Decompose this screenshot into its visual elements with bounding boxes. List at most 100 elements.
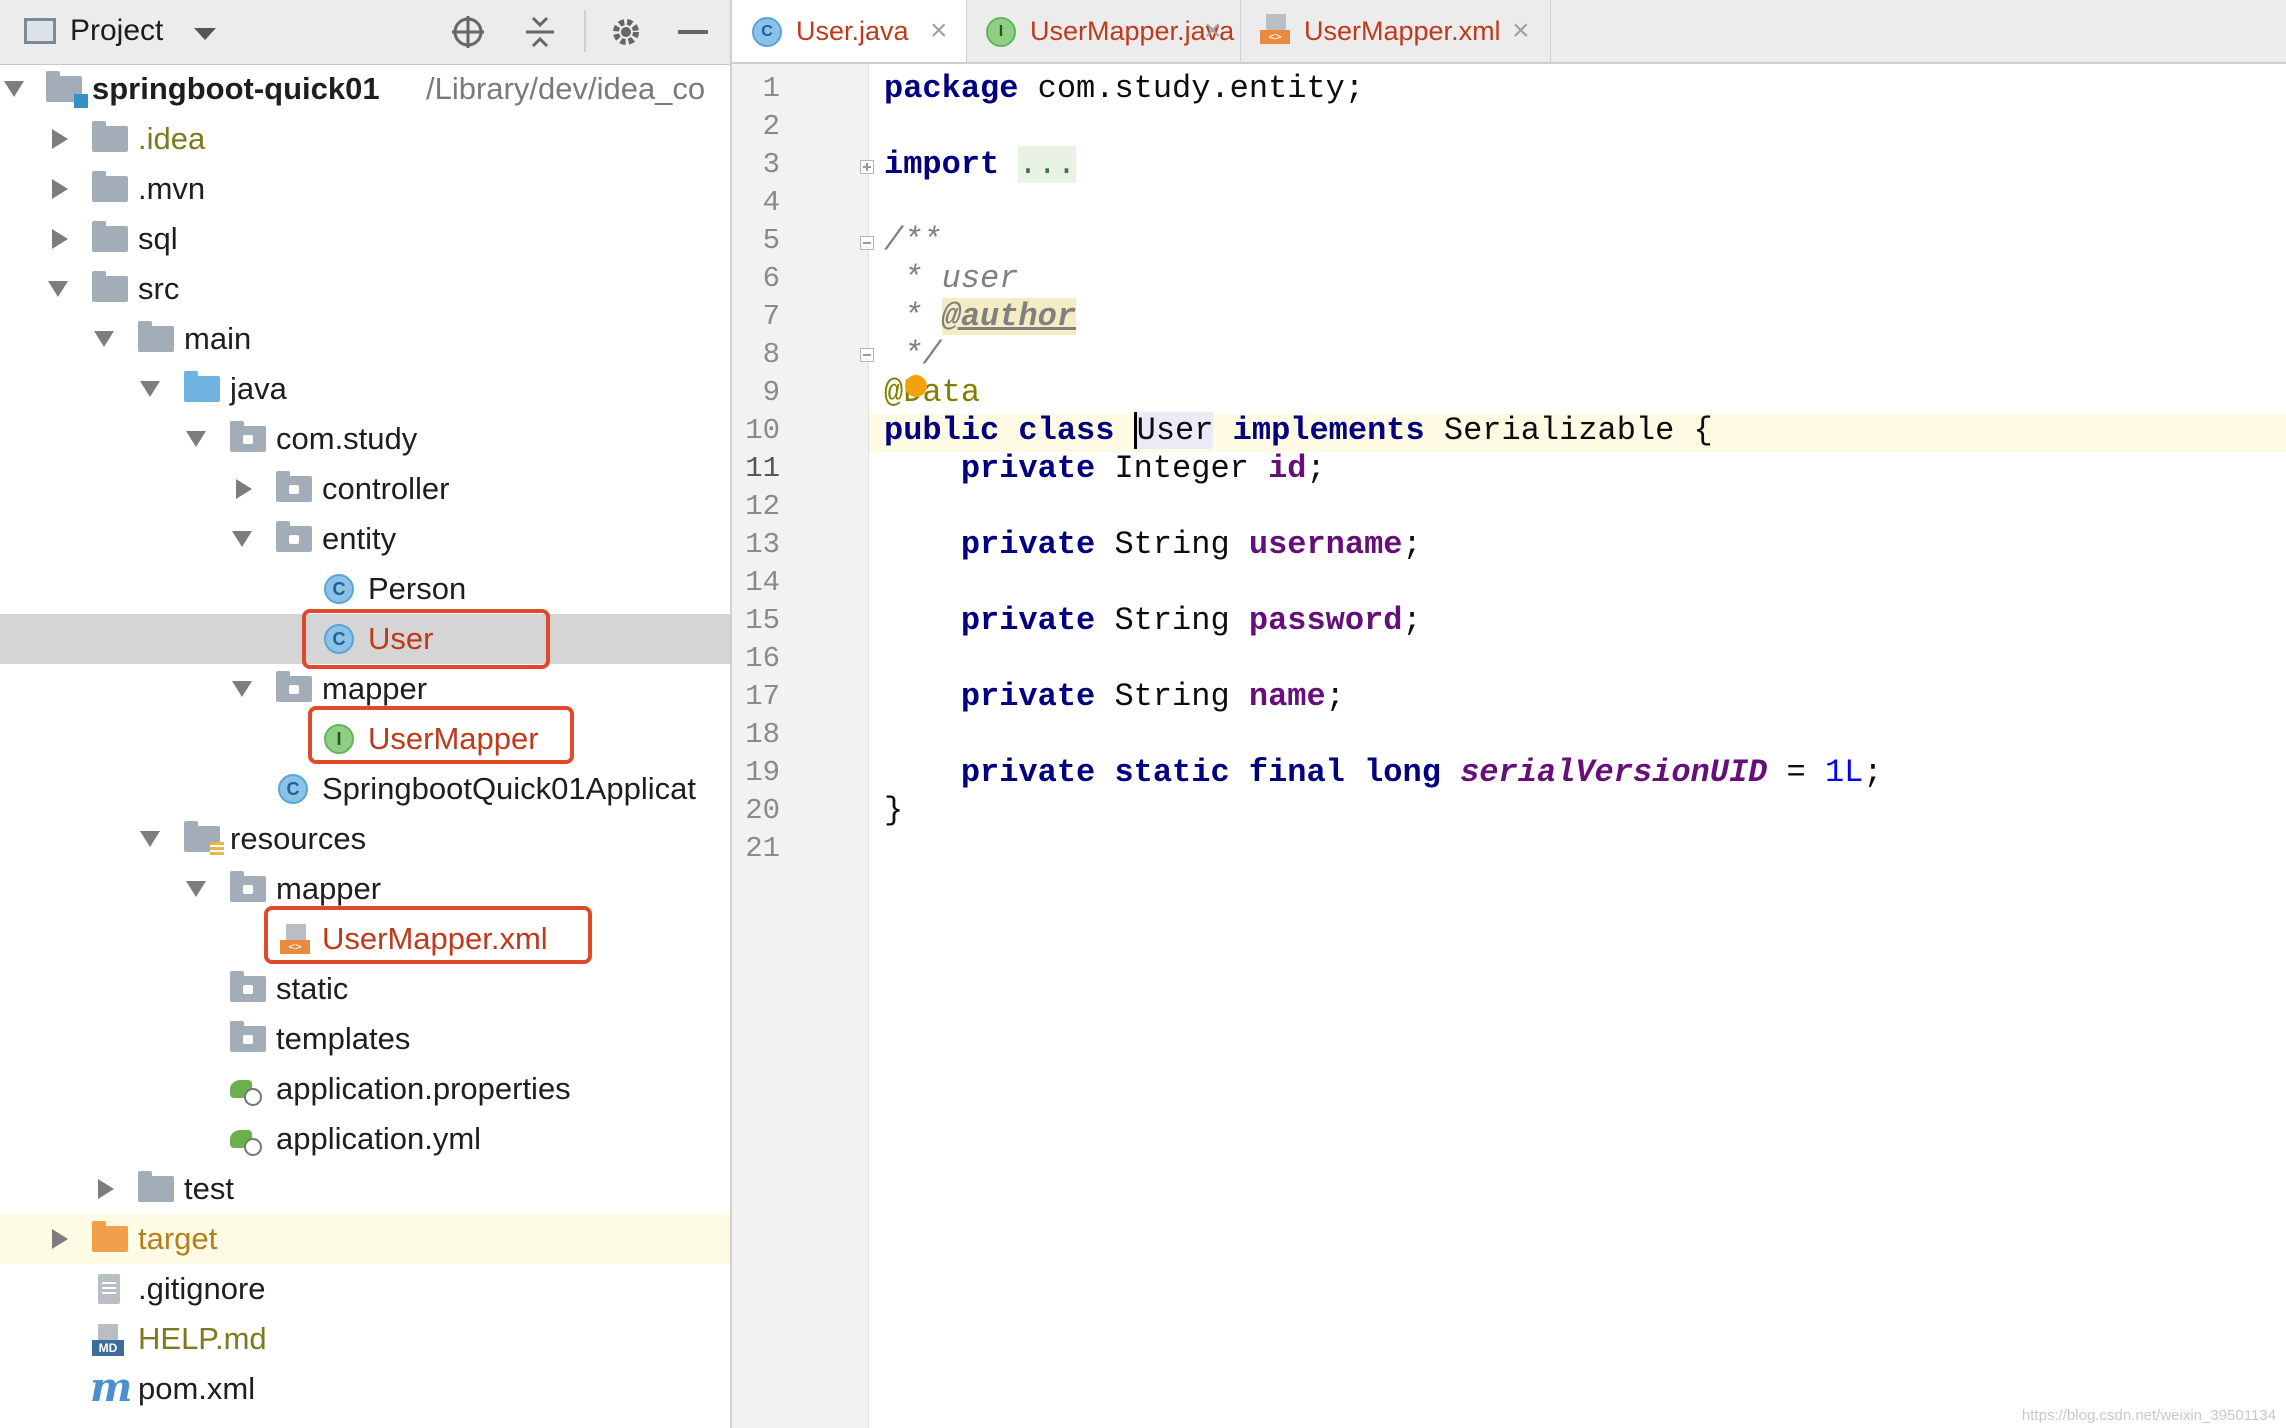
chevron-down-icon[interactable]: [194, 28, 216, 40]
line-number: 17: [745, 680, 780, 713]
intention-bulb-icon[interactable]: [905, 375, 927, 397]
line-number: 18: [745, 718, 780, 751]
line-number: 10: [745, 414, 780, 447]
fold-end-icon[interactable]: [860, 348, 874, 362]
project-view-selector[interactable]: Project: [70, 14, 163, 48]
tab-label: User.java: [796, 16, 909, 46]
code-line-8: * @author: [884, 298, 1077, 335]
hide-panel-icon[interactable]: [678, 30, 708, 34]
keyword-token: package: [884, 70, 1019, 107]
close-icon[interactable]: ×: [930, 0, 948, 62]
markdown-file-icon: MD: [92, 1324, 124, 1356]
tree-item-com-study[interactable]: com.study: [0, 414, 730, 464]
tree-item-resources[interactable]: resources: [0, 814, 730, 864]
expand-arrow-icon[interactable]: [52, 129, 68, 149]
tree-item-target[interactable]: target: [0, 1214, 730, 1264]
code-line-20: private static final long serialVersionU…: [884, 754, 1883, 791]
expand-arrow-icon[interactable]: [232, 531, 252, 547]
expand-arrow-icon[interactable]: [186, 881, 206, 897]
comment-token: */: [884, 336, 942, 373]
package-icon: [276, 471, 312, 502]
resources-folder-icon: [184, 821, 224, 856]
folder-icon: [138, 321, 174, 352]
tree-item-application-properties[interactable]: application.properties: [0, 1064, 730, 1114]
code-line-3: import ...: [884, 146, 1077, 183]
type-token: Integer: [1095, 450, 1269, 487]
line-number: 2: [762, 110, 780, 143]
expand-arrow-icon[interactable]: [52, 229, 68, 249]
tree-label: HELP.md: [138, 1321, 267, 1356]
root-path: /Library/dev/idea_co: [426, 71, 706, 106]
expand-arrow-icon[interactable]: [52, 179, 68, 199]
keyword-token: public class: [884, 412, 1115, 449]
highlight-box-usermapper: [308, 706, 574, 764]
tree-item-templates[interactable]: templates: [0, 1014, 730, 1064]
tree-item-static[interactable]: static: [0, 964, 730, 1014]
spring-config-icon: [230, 1076, 262, 1106]
xml-icon-badge: <>: [1260, 30, 1290, 44]
tree-item-idea[interactable]: .idea: [0, 114, 730, 164]
tab-usermapper-xml[interactable]: <> UserMapper.xml ×: [1240, 0, 1551, 62]
code-token: Serializable {: [1424, 412, 1713, 449]
tree-root-springboot-quick01[interactable]: springboot-quick01 /Library/dev/idea_co: [0, 64, 730, 114]
close-icon[interactable]: ×: [1512, 0, 1530, 62]
project-tool-window: Project springboot-quick01 /Library/dev/…: [0, 0, 732, 1428]
tree-label: target: [138, 1221, 218, 1256]
line-number: 5: [762, 224, 780, 257]
tree-item-test[interactable]: test: [0, 1164, 730, 1214]
fold-collapse-icon[interactable]: [860, 236, 874, 250]
tree-item-entity[interactable]: entity: [0, 514, 730, 564]
line-number: 14: [745, 566, 780, 599]
expand-arrow-icon[interactable]: [48, 281, 68, 297]
tree-item-src[interactable]: src: [0, 264, 730, 314]
tree-item-person[interactable]: C Person: [0, 564, 730, 614]
tree-label: application.properties: [276, 1071, 571, 1106]
expand-arrow-icon[interactable]: [236, 479, 252, 499]
tree-item-sql[interactable]: sql: [0, 214, 730, 264]
folder-icon: [92, 271, 128, 302]
keyword-token: private: [960, 678, 1096, 715]
expand-arrow-icon[interactable]: [52, 1229, 68, 1249]
folder-icon: [138, 1171, 174, 1202]
expand-arrow-icon[interactable]: [140, 381, 160, 397]
comment-token: /**: [884, 222, 942, 259]
code-token: ;: [1402, 526, 1422, 563]
locate-target-icon[interactable]: [450, 14, 486, 50]
folder-icon: [92, 171, 128, 202]
code-editor[interactable]: C User.java × I UserMapper.java × <> Use…: [732, 0, 2286, 1428]
md-icon-badge: MD: [92, 1340, 124, 1356]
code-token: ;: [1306, 450, 1326, 487]
gear-icon[interactable]: [608, 14, 644, 50]
root-name: springboot-quick01: [92, 71, 380, 106]
maven-icon: m: [90, 1364, 133, 1411]
expand-arrow-icon[interactable]: [232, 681, 252, 697]
folder-icon: [92, 221, 128, 252]
folded-imports[interactable]: ...: [1018, 146, 1077, 183]
expand-arrow-icon[interactable]: [98, 1179, 114, 1199]
tab-user-java[interactable]: C User.java ×: [732, 0, 967, 62]
field-token: id: [1268, 450, 1307, 487]
tree-item-application-class[interactable]: C SpringbootQuick01Applicat: [0, 764, 730, 814]
toolbar-divider: [584, 10, 586, 52]
tree-item-java[interactable]: java: [0, 364, 730, 414]
expand-arrow-icon[interactable]: [140, 831, 160, 847]
expand-arrow-icon[interactable]: [4, 81, 24, 97]
tree-item-mvn[interactable]: .mvn: [0, 164, 730, 214]
tree-label: controller: [322, 471, 450, 506]
tree-item-help-md[interactable]: MD HELP.md: [0, 1314, 730, 1364]
tree-item-controller[interactable]: controller: [0, 464, 730, 514]
line-number: 21: [745, 832, 780, 865]
tree-item-gitignore[interactable]: .gitignore: [0, 1264, 730, 1314]
tree-item-pom-xml[interactable]: m pom.xml: [0, 1364, 730, 1414]
collapse-all-icon[interactable]: [522, 14, 558, 50]
expand-arrow-icon[interactable]: [94, 331, 114, 347]
expand-arrow-icon[interactable]: [186, 431, 206, 447]
fold-expand-icon[interactable]: [860, 160, 874, 174]
tree-item-main[interactable]: main: [0, 314, 730, 364]
tab-usermapper-java[interactable]: I UserMapper.java ×: [966, 0, 1241, 62]
tree-item-application-yml[interactable]: application.yml: [0, 1114, 730, 1164]
code-line-6: /**: [884, 222, 942, 259]
close-icon[interactable]: ×: [1204, 0, 1222, 62]
tree-label: SpringbootQuick01Applicat: [322, 771, 696, 806]
